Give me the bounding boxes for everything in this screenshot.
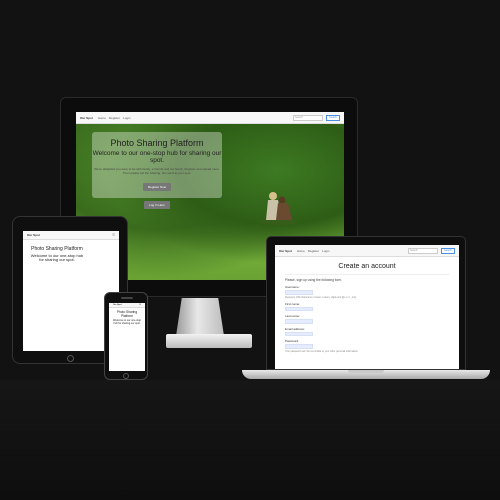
laptop-display: Our Spot Home Register Login Search Sear… xyxy=(266,236,466,370)
hero-title: Photo Sharing Platform xyxy=(110,138,204,148)
phone-home-button[interactable] xyxy=(123,373,129,379)
couple-on-grass-image xyxy=(258,192,298,225)
email-label: Email address: xyxy=(285,326,305,331)
laptop-navbar: Our Spot Home Register Login Search Sear… xyxy=(275,245,459,257)
laptop-screen: Our Spot Home Register Login Search Sear… xyxy=(275,245,459,369)
hero-jumbotron: Photo Sharing Platform Welcome to our on… xyxy=(92,132,222,209)
tablet-brand-link[interactable]: Our Spot xyxy=(27,233,40,237)
phone-screen: Our Spot ☰ Photo Sharing Platform Welcom… xyxy=(109,303,145,371)
email-field[interactable] xyxy=(285,331,313,336)
tablet-hero-subtitle: Welcome to our one-stop hub for sharing … xyxy=(30,252,84,262)
register-form: Create an account Please, sign up using … xyxy=(275,257,459,357)
hero-body: We're delighted you were to be with fami… xyxy=(94,167,220,175)
laptop-search-input[interactable]: Search xyxy=(408,247,438,254)
nav-register[interactable]: Register xyxy=(109,116,120,120)
last-name-field[interactable] xyxy=(285,319,313,324)
monitor-stand xyxy=(176,298,224,336)
form-title: Create an account xyxy=(338,263,396,270)
tablet-jumbotron: Photo Sharing Platform Welcome to our on… xyxy=(29,244,85,310)
nav-home[interactable]: Home xyxy=(98,116,106,120)
password-field[interactable] xyxy=(285,344,313,349)
laptop-brand-link[interactable]: Our Spot xyxy=(279,249,292,253)
tablet-navbar: Our Spot ☰ xyxy=(23,231,119,240)
search-input[interactable]: Search xyxy=(293,114,323,121)
hero-subtitle: Welcome to our one-stop hub for sharing … xyxy=(92,150,222,164)
username-field[interactable] xyxy=(285,290,313,295)
phone-hero-title: Photo Sharing Platform xyxy=(116,310,138,318)
tablet-home-button[interactable] xyxy=(67,355,74,362)
form-intro: Please, sign up using the following form… xyxy=(285,274,449,282)
search-button[interactable]: Search xyxy=(326,114,340,121)
password-help: Your password can't be too similar to yo… xyxy=(285,349,359,353)
tablet-hero-title: Photo Sharing Platform xyxy=(31,246,83,252)
password-label: Password: xyxy=(285,339,300,343)
first-name-label: First name: xyxy=(285,301,301,306)
register-button[interactable]: Register Now xyxy=(142,183,171,191)
laptop-nav-register[interactable]: Register xyxy=(308,249,319,253)
phone-hero-subtitle: Welcome to our one-stop hub for sharing … xyxy=(113,319,141,326)
nav-login[interactable]: Login xyxy=(123,116,130,120)
monitor-base xyxy=(166,334,252,348)
first-name-field[interactable] xyxy=(285,306,313,311)
username-help: Required. 150 characters or fewer. Lette… xyxy=(285,295,357,299)
laptop-nav-home[interactable]: Home xyxy=(297,249,305,253)
device-mockup-scene: Our Spot Home Register Login Search Sear… xyxy=(0,0,500,500)
brand-link[interactable]: Our Spot xyxy=(80,116,93,120)
phone-device: Our Spot ☰ Photo Sharing Platform Welcom… xyxy=(104,292,148,380)
phone-speaker xyxy=(121,297,133,299)
phone-navbar: Our Spot ☰ xyxy=(109,303,145,308)
phone-brand-link[interactable]: Our Spot xyxy=(113,304,122,306)
login-button[interactable]: Log In Here xyxy=(144,201,170,209)
laptop-notch xyxy=(348,370,384,373)
floor-reflection xyxy=(0,380,500,500)
username-label: Username: xyxy=(285,285,300,289)
phone-jumbotron: Photo Sharing Platform Welcome to our on… xyxy=(111,309,143,365)
last-name-label: Last name: xyxy=(285,314,300,318)
phone-menu-icon[interactable]: ☰ xyxy=(139,304,141,306)
laptop-nav-login[interactable]: Login xyxy=(322,249,329,253)
laptop-search-button[interactable]: Search xyxy=(441,247,455,254)
tablet-menu-icon[interactable]: ☰ xyxy=(112,233,115,237)
desktop-navbar: Our Spot Home Register Login Search Sear… xyxy=(76,112,344,124)
